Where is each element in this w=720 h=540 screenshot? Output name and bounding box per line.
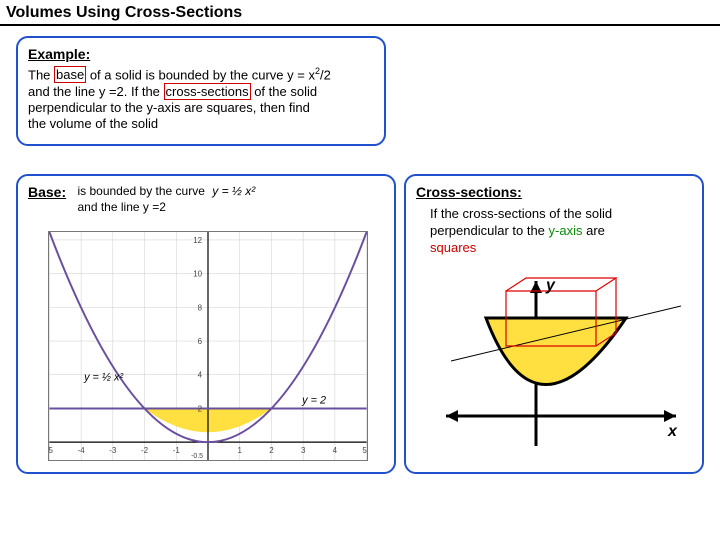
annot-line: y = 2 — [301, 395, 326, 407]
base-plot: -5-4-3-2-112345 24681012 y = ½ x² y = 2 … — [48, 231, 368, 461]
svg-text:-0.5: -0.5 — [191, 453, 203, 460]
x-label: x — [667, 423, 678, 440]
cross-sections-highlight: cross-sections — [164, 83, 251, 100]
cross-sections-text: If the cross-sections of the solid perpe… — [430, 206, 692, 257]
example-label: Example: — [28, 46, 374, 62]
y-label: y — [545, 277, 556, 294]
svg-text:10: 10 — [193, 270, 202, 279]
svg-text:8: 8 — [198, 304, 203, 313]
lower-row: Base: is bounded by the curve y = ½ x² a… — [16, 174, 704, 474]
page-title: Volumes Using Cross-Sections — [0, 0, 720, 26]
svg-text:1: 1 — [238, 446, 243, 455]
svg-text:-5: -5 — [48, 446, 54, 455]
svg-text:2: 2 — [269, 446, 273, 455]
example-box: Example: The base of a solid is bounded … — [16, 36, 386, 146]
example-text: The base of a solid is bounded by the cu… — [28, 66, 374, 132]
svg-text:3: 3 — [301, 446, 306, 455]
svg-text:2: 2 — [198, 405, 202, 414]
svg-text:-2: -2 — [141, 446, 148, 455]
svg-text:4: 4 — [333, 446, 338, 455]
svg-text:4: 4 — [198, 371, 203, 380]
parabola-3d — [486, 318, 626, 385]
svg-text:-1: -1 — [173, 446, 181, 455]
svg-text:-3: -3 — [109, 446, 117, 455]
svg-text:5: 5 — [362, 446, 367, 455]
squares-text: squares — [430, 240, 476, 255]
base-formula: y = ½ x² — [212, 184, 255, 198]
title-text: Volumes Using Cross-Sections — [6, 4, 242, 21]
base-text: is bounded by the curve y = ½ x² and the… — [77, 184, 255, 215]
svg-text:6: 6 — [198, 337, 203, 346]
yaxis-text: y-axis — [549, 223, 583, 238]
cross-sections-panel: Cross-sections: If the cross-sections of… — [404, 174, 704, 474]
cross-section-diagram: y x — [446, 276, 686, 456]
svg-text:-4: -4 — [78, 446, 86, 455]
svg-text:12: 12 — [193, 236, 202, 245]
base-panel: Base: is bounded by the curve y = ½ x² a… — [16, 174, 396, 474]
base-label: Base: — [28, 184, 66, 200]
cross-sections-label: Cross-sections: — [416, 184, 692, 200]
content-area: Example: The base of a solid is bounded … — [0, 26, 720, 484]
base-highlight: base — [54, 66, 86, 83]
annot-parabola: y = ½ x² — [83, 372, 123, 384]
